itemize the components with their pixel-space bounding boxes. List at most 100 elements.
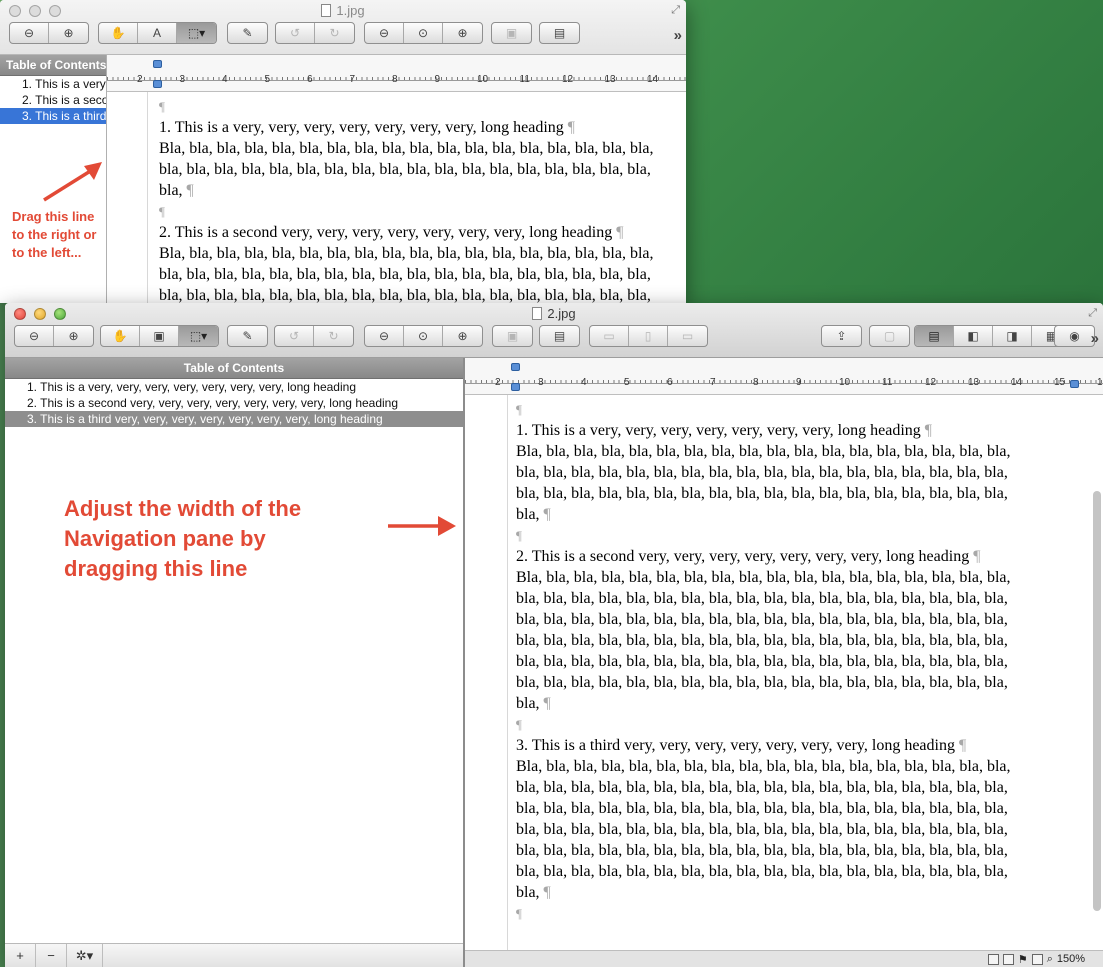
body-text: bla, — [516, 884, 540, 901]
view-sidebar-icon[interactable]: ◧ — [954, 326, 993, 346]
page-icon[interactable]: ▯ — [629, 326, 668, 346]
rect-select-icon[interactable]: ⬚▾ — [179, 326, 218, 346]
text-select-icon[interactable]: ▣ — [140, 326, 179, 346]
margin-marker[interactable] — [511, 383, 520, 391]
pencil-icon[interactable]: ✎ — [228, 326, 267, 346]
body-text-line: bla, bla, bla, bla, bla, bla, bla, bla, … — [516, 821, 1008, 838]
page-prev-icon[interactable]: ▭ — [590, 326, 629, 346]
indent-marker[interactable] — [511, 363, 520, 371]
zoom-icon: ⌕ — [1046, 952, 1053, 965]
toc-header: Table of Contents — [0, 55, 106, 76]
vertical-scrollbar[interactable] — [1093, 491, 1101, 911]
help-icon[interactable]: ◉ — [1055, 326, 1094, 346]
body-text-line: bla, bla, bla, bla, bla, bla, bla, bla, … — [159, 161, 651, 178]
body-text-line: bla, bla, bla, bla, bla, bla, bla, bla, … — [516, 863, 1008, 880]
ruler[interactable]: 2 3 4 5 6 7 8 9 10 11 12 13 14 15 16 — [465, 358, 1103, 395]
document-view[interactable]: ¶ 1. This is a very, very, very, very, ve… — [107, 92, 686, 303]
heading-text: 3. This is a third very, very, very, ver… — [516, 737, 955, 754]
zoom-in-icon[interactable]: ⊕ — [54, 326, 93, 346]
paragraph-mark: ¶ — [516, 402, 522, 417]
preview-window-1: 1.jpg ⤢ ⊖ ⊕ ✋ A ⬚▾ ✎ ↺ ↻ ⊖ ⊙ ⊕ ▣ ▤ » Tab… — [0, 0, 686, 303]
heading-text: 2. This is a second very, very, very, ve… — [159, 224, 613, 241]
zoom-out-icon[interactable]: ⊖ — [365, 23, 404, 43]
title-bar[interactable]: 1.jpg ⤢ ⊖ ⊕ ✋ A ⬚▾ ✎ ↺ ↻ ⊖ ⊙ ⊕ ▣ ▤ » — [0, 0, 686, 55]
zoom-in-icon[interactable]: ⊕ — [443, 23, 482, 43]
rotate-left-icon[interactable]: ↺ — [275, 326, 314, 346]
fullscreen-icon[interactable]: ⤢ — [1088, 307, 1097, 320]
document-view[interactable]: ¶ 1. This is a very, very, very, very, ve… — [465, 395, 1103, 953]
page-next-icon[interactable]: ▭ — [668, 326, 707, 346]
paragraph-mark: ¶ — [516, 906, 522, 921]
pencil-icon[interactable]: ✎ — [228, 23, 267, 43]
toc-item-selected[interactable]: 3. This is a third very, very, very, ver… — [0, 108, 106, 124]
page-group: ▭ ▯ ▭ — [589, 325, 708, 347]
fullscreen-icon[interactable]: ⤢ — [671, 4, 680, 17]
toc-item[interactable]: 1. This is a very, very, very, very, ver… — [5, 379, 463, 395]
view-content-icon[interactable]: ▤ — [915, 326, 954, 346]
body-text-line: bla, ¶ — [516, 882, 1076, 903]
ruler-number: 10 — [839, 377, 851, 388]
flag-icon: ⚑ — [1017, 953, 1028, 966]
add-button[interactable]: + — [5, 944, 36, 967]
inspector-icon[interactable]: ▢ — [870, 326, 909, 346]
section-heading: 2. This is a second very, very, very, ve… — [516, 546, 1076, 567]
sidebar-bottom-bar: + − ✲▾ — [5, 943, 463, 967]
ruler-number: 5 — [264, 74, 271, 85]
toc-item[interactable]: 2. This is a second very, very, very, ve… — [0, 92, 106, 108]
annotation-arrow-icon — [388, 516, 456, 536]
toolbar-overflow-icon[interactable]: » — [674, 27, 682, 44]
zoom-out-icon[interactable]: ⊖ — [15, 326, 54, 346]
title-bar[interactable]: 2.jpg ⤢ ⊖ ⊕ ✋ ▣ ⬚▾ ✎ ↺ ↻ ⊖ ⊙ ⊕ ▣ ▤ ▭ ▯ ▭… — [5, 303, 1103, 358]
ruler-number: 2 — [495, 377, 501, 388]
view-mode-group: ▤ ◧ ◨ ▦ — [914, 325, 1072, 347]
zoom-level[interactable]: 150% — [1057, 953, 1085, 965]
zoom-in-icon[interactable]: ⊕ — [49, 23, 88, 43]
text-style-icon[interactable] — [1002, 953, 1014, 965]
remove-button[interactable]: − — [36, 944, 67, 967]
text-select-icon[interactable]: A — [138, 23, 177, 43]
ruler-number: 2 — [137, 74, 143, 85]
zoom-in-icon[interactable]: ⊕ — [443, 326, 482, 346]
window-title-text: 2.jpg — [547, 306, 576, 321]
toc-item-selected[interactable]: 3. This is a third very, very, very, ver… — [5, 411, 463, 427]
rotate-left-icon[interactable]: ↺ — [276, 23, 315, 43]
toc-item[interactable]: 1. This is a very, very, very, very, ver… — [0, 76, 106, 92]
ruler-number: 11 — [519, 74, 530, 85]
rotate-right-icon[interactable]: ↻ — [314, 326, 353, 346]
paragraph-mark: ¶ — [543, 695, 551, 712]
share-icon[interactable]: ⇪ — [822, 326, 861, 346]
crop-group: ▣ — [491, 22, 532, 44]
gear-icon[interactable]: ✲▾ — [67, 944, 103, 967]
annotation-nav-pane-hint: Adjust the width of the Navigation pane … — [64, 496, 302, 581]
rotate-right-icon[interactable]: ↻ — [315, 23, 354, 43]
margin-marker[interactable] — [153, 80, 162, 88]
section-heading: 2. This is a second very, very, very, ve… — [159, 222, 686, 243]
ruler-number: 8 — [753, 377, 759, 388]
ruler[interactable]: 2 3 4 5 6 7 8 9 10 11 12 13 14 — [107, 55, 686, 92]
clipboard-icon[interactable] — [1031, 953, 1043, 965]
zoom-out-icon[interactable]: ⊖ — [10, 23, 49, 43]
body-text: bla, — [159, 182, 183, 199]
zoom-out-icon[interactable]: ⊖ — [365, 326, 404, 346]
disk-icon[interactable]: ▤ — [540, 326, 579, 346]
body-text-line: bla, bla, bla, bla, bla, bla, bla, bla, … — [516, 611, 1008, 628]
toc-item[interactable]: 2. This is a second very, very, very, ve… — [5, 395, 463, 411]
toolbar-overflow-icon[interactable]: » — [1091, 330, 1099, 347]
zoom-fit-icon[interactable]: ⊙ — [404, 23, 443, 43]
text-style-icon[interactable] — [987, 953, 999, 965]
crop-icon[interactable]: ▣ — [493, 326, 532, 346]
ruler-number: 7 — [349, 74, 356, 85]
indent-marker[interactable] — [153, 60, 162, 68]
hand-tool-icon[interactable]: ✋ — [99, 23, 138, 43]
disk-icon[interactable]: ▤ — [540, 23, 579, 43]
right-margin-marker[interactable] — [1070, 380, 1079, 388]
crop-icon[interactable]: ▣ — [492, 23, 531, 43]
view-toc-icon[interactable]: ◨ — [993, 326, 1032, 346]
body-text-line: Bla, bla, bla, bla, bla, bla, bla, bla, … — [159, 140, 654, 157]
zoom-fit-icon[interactable]: ⊙ — [404, 326, 443, 346]
heading-text: 1. This is a very, very, very, very, ver… — [159, 119, 564, 136]
rect-select-icon[interactable]: ⬚▾ — [177, 23, 216, 43]
window-title: 1.jpg — [0, 3, 686, 18]
ruler-scale — [465, 370, 1103, 384]
hand-tool-icon[interactable]: ✋ — [101, 326, 140, 346]
